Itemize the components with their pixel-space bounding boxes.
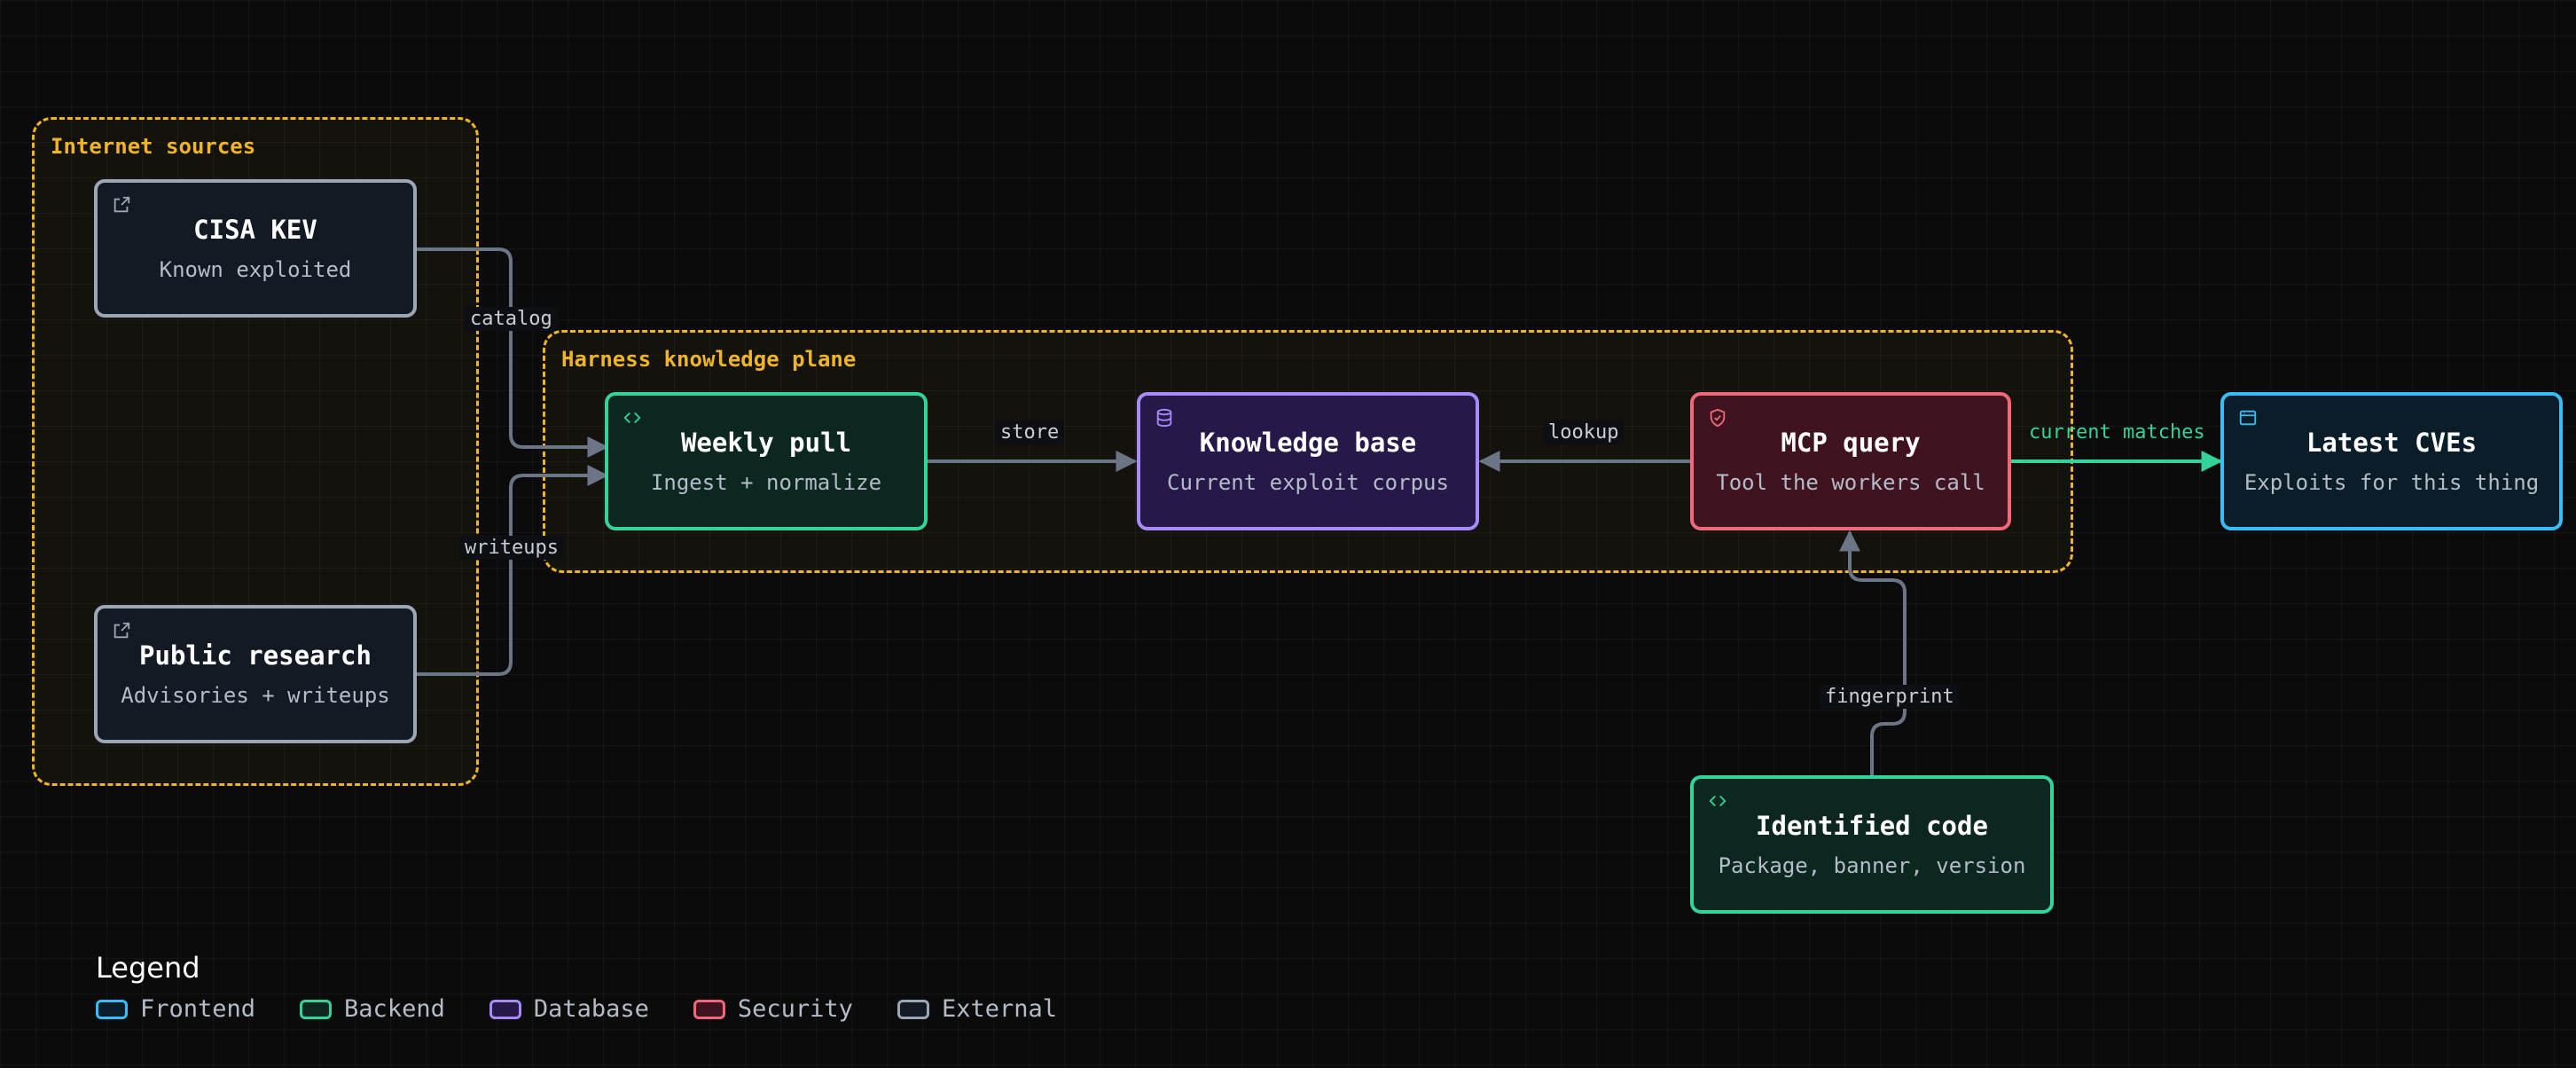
- edge-catalog: [415, 247, 609, 458]
- node-mcp-query-subtitle: Tool the workers call: [1716, 470, 1985, 495]
- node-public-research-title: Public research: [139, 640, 372, 671]
- edges-layer: [415, 247, 2223, 775]
- legend-label-external: External: [941, 995, 1057, 1023]
- browser-window-icon: [2239, 410, 2257, 426]
- node-weekly-pull-subtitle: Ingest + normalize: [650, 470, 882, 495]
- external-link-icon: [114, 622, 130, 639]
- node-knowledge-base-title: Knowledge base: [1199, 428, 1417, 458]
- legend-label-frontend: Frontend: [140, 995, 256, 1023]
- node-latest-cves[interactable]: Latest CVEs Exploits for this thing: [2220, 392, 2563, 530]
- node-weekly-pull[interactable]: Weekly pull Ingest + normalize: [605, 392, 928, 530]
- legend-item-backend: Backend: [300, 995, 445, 1023]
- legend-label-database: Database: [533, 995, 649, 1023]
- legend-title: Legend: [96, 951, 200, 985]
- shield-check-icon: [1710, 408, 1726, 428]
- node-mcp-query[interactable]: MCP query Tool the workers call: [1690, 392, 2011, 530]
- edge-label-current-matches: current matches: [2029, 421, 2205, 444]
- edge-label-catalog: catalog: [465, 307, 558, 331]
- legend-swatch-external: [897, 999, 929, 1019]
- edge-label-writeups: writeups: [459, 536, 564, 560]
- legend-item-database: Database: [489, 995, 649, 1023]
- legend-swatch-database: [489, 999, 521, 1019]
- legend-swatch-security: [693, 999, 725, 1019]
- node-public-research[interactable]: Public research Advisories + writeups: [94, 605, 417, 743]
- node-latest-cves-subtitle: Exploits for this thing: [2243, 470, 2540, 495]
- architecture-diagram: Internet sources Harness knowledge plane…: [0, 0, 2576, 1068]
- edge-label-store: store: [995, 420, 1065, 444]
- node-knowledge-base[interactable]: Knowledge base Current exploit corpus: [1137, 392, 1479, 530]
- database-icon: [1156, 408, 1172, 428]
- node-cisa-kev-subtitle: Known exploited: [159, 257, 352, 282]
- legend-label-backend: Backend: [344, 995, 445, 1023]
- edge-label-fingerprint: fingerprint: [1820, 685, 1960, 709]
- node-knowledge-base-subtitle: Current exploit corpus: [1167, 470, 1449, 495]
- node-cisa-kev-title: CISA KEV: [193, 215, 317, 245]
- edge-writeups: [415, 465, 609, 676]
- legend-item-security: Security: [693, 995, 853, 1023]
- external-link-icon: [114, 196, 130, 213]
- node-latest-cves-title: Latest CVEs: [2306, 428, 2478, 458]
- legend-swatch-backend: [300, 999, 333, 1019]
- node-public-research-subtitle: Advisories + writeups: [121, 683, 390, 708]
- legend-swatch-frontend: [96, 999, 128, 1019]
- node-identified-code-title: Identified code: [1756, 811, 1988, 841]
- node-mcp-query-title: MCP query: [1781, 428, 1921, 458]
- legend-label-security: Security: [737, 995, 853, 1023]
- code-icon: [1709, 795, 1726, 807]
- edge-fingerprint: [1839, 530, 1907, 775]
- code-icon: [623, 412, 641, 424]
- legend: Legend Frontend Backend Database Securit…: [96, 951, 1057, 1023]
- node-weekly-pull-title: Weekly pull: [680, 428, 852, 458]
- edge-label-lookup: lookup: [1543, 420, 1625, 444]
- legend-item-frontend: Frontend: [96, 995, 255, 1023]
- node-identified-code-subtitle: Package, banner, version: [1718, 853, 2026, 878]
- legend-item-external: External: [897, 995, 1057, 1023]
- node-identified-code[interactable]: Identified code Package, banner, version: [1690, 775, 2054, 914]
- node-cisa-kev[interactable]: CISA KEV Known exploited: [94, 179, 417, 318]
